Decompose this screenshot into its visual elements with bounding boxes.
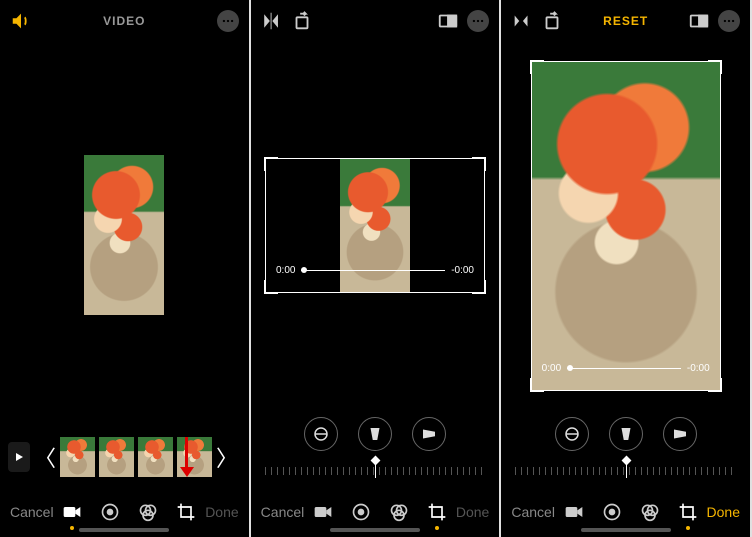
- crop-canvas[interactable]: 0:00 -0:00: [501, 42, 750, 409]
- angle-ruler[interactable]: [265, 459, 486, 487]
- home-indicator: [330, 528, 420, 532]
- horizontal-skew-icon[interactable]: [663, 417, 697, 451]
- edit-tools: [564, 502, 698, 522]
- crop-tool-icon[interactable]: [678, 502, 698, 522]
- topbar: [251, 0, 500, 42]
- aspect-ratio-icon[interactable]: [688, 10, 710, 32]
- crop-tool-icon[interactable]: [176, 502, 196, 522]
- filters-tool-icon[interactable]: [389, 502, 409, 522]
- cancel-button[interactable]: Cancel: [10, 504, 54, 520]
- time-start: 0:00: [542, 363, 561, 374]
- topbar: RESET: [501, 0, 750, 42]
- time-end: -0:00: [687, 363, 710, 374]
- more-icon[interactable]: [217, 10, 239, 32]
- aspect-ratio-icon[interactable]: [437, 10, 459, 32]
- topbar: VIDEO: [0, 0, 249, 42]
- crop-frame[interactable]: 0:00 -0:00: [265, 158, 485, 293]
- adjust-tool-icon[interactable]: [100, 502, 120, 522]
- done-button[interactable]: Done: [456, 504, 489, 520]
- more-icon[interactable]: [467, 10, 489, 32]
- crop-tool-icon[interactable]: [427, 502, 447, 522]
- panel-video-edit: VIDEO 〈 〉 Cancel: [0, 0, 251, 537]
- edit-tools: [62, 502, 196, 522]
- time-start: 0:00: [276, 265, 295, 276]
- timeline-frame[interactable]: [138, 437, 173, 477]
- adjust-tool-icon[interactable]: [351, 502, 371, 522]
- vertical-skew-icon[interactable]: [609, 417, 643, 451]
- done-button[interactable]: Done: [205, 504, 238, 520]
- cancel-button[interactable]: Cancel: [511, 504, 555, 520]
- rotate-icon[interactable]: [541, 10, 563, 32]
- video-canvas[interactable]: [0, 42, 249, 427]
- mode-title: VIDEO: [32, 14, 217, 28]
- home-indicator: [581, 528, 671, 532]
- transform-controls: [501, 409, 750, 459]
- video-tool-icon[interactable]: [313, 502, 333, 522]
- time-end: -0:00: [451, 265, 474, 276]
- trim-end-handle[interactable]: 〉: [216, 441, 238, 473]
- video-preview: [84, 155, 164, 315]
- horizontal-skew-icon[interactable]: [412, 417, 446, 451]
- trim-start-handle[interactable]: 〈: [34, 441, 56, 473]
- volume-icon[interactable]: [10, 10, 32, 32]
- timeline-frame[interactable]: [99, 437, 134, 477]
- play-button[interactable]: [8, 442, 30, 472]
- cancel-button[interactable]: Cancel: [261, 504, 305, 520]
- crop-canvas[interactable]: 0:00 -0:00: [251, 42, 500, 409]
- home-indicator: [79, 528, 169, 532]
- straighten-icon[interactable]: [555, 417, 589, 451]
- video-timeline[interactable]: 〈 〉: [0, 427, 249, 487]
- time-scrubber[interactable]: 0:00 -0:00: [276, 265, 474, 276]
- rotate-icon[interactable]: [291, 10, 313, 32]
- more-icon[interactable]: [718, 10, 740, 32]
- vertical-skew-icon[interactable]: [358, 417, 392, 451]
- done-button[interactable]: Done: [707, 504, 740, 520]
- flip-horizontal-icon[interactable]: [261, 10, 283, 32]
- panel-crop-landscape: 0:00 -0:00 Cancel: [251, 0, 502, 537]
- video-tool-icon[interactable]: [62, 502, 82, 522]
- time-scrubber[interactable]: 0:00 -0:00: [542, 363, 710, 374]
- adjust-tool-icon[interactable]: [602, 502, 622, 522]
- timeline-frame[interactable]: [60, 437, 95, 477]
- crop-frame[interactable]: 0:00 -0:00: [531, 61, 721, 391]
- reset-button[interactable]: RESET: [563, 14, 688, 28]
- edit-tools: [313, 502, 447, 522]
- transform-controls: [251, 409, 500, 459]
- panel-crop-portrait: RESET 0:00 -0:00: [501, 0, 752, 537]
- filters-tool-icon[interactable]: [138, 502, 158, 522]
- angle-ruler[interactable]: [515, 459, 736, 487]
- filters-tool-icon[interactable]: [640, 502, 660, 522]
- video-tool-icon[interactable]: [564, 502, 584, 522]
- flip-horizontal-icon[interactable]: [511, 10, 533, 32]
- annotation-arrow: [177, 437, 197, 477]
- straighten-icon[interactable]: [304, 417, 338, 451]
